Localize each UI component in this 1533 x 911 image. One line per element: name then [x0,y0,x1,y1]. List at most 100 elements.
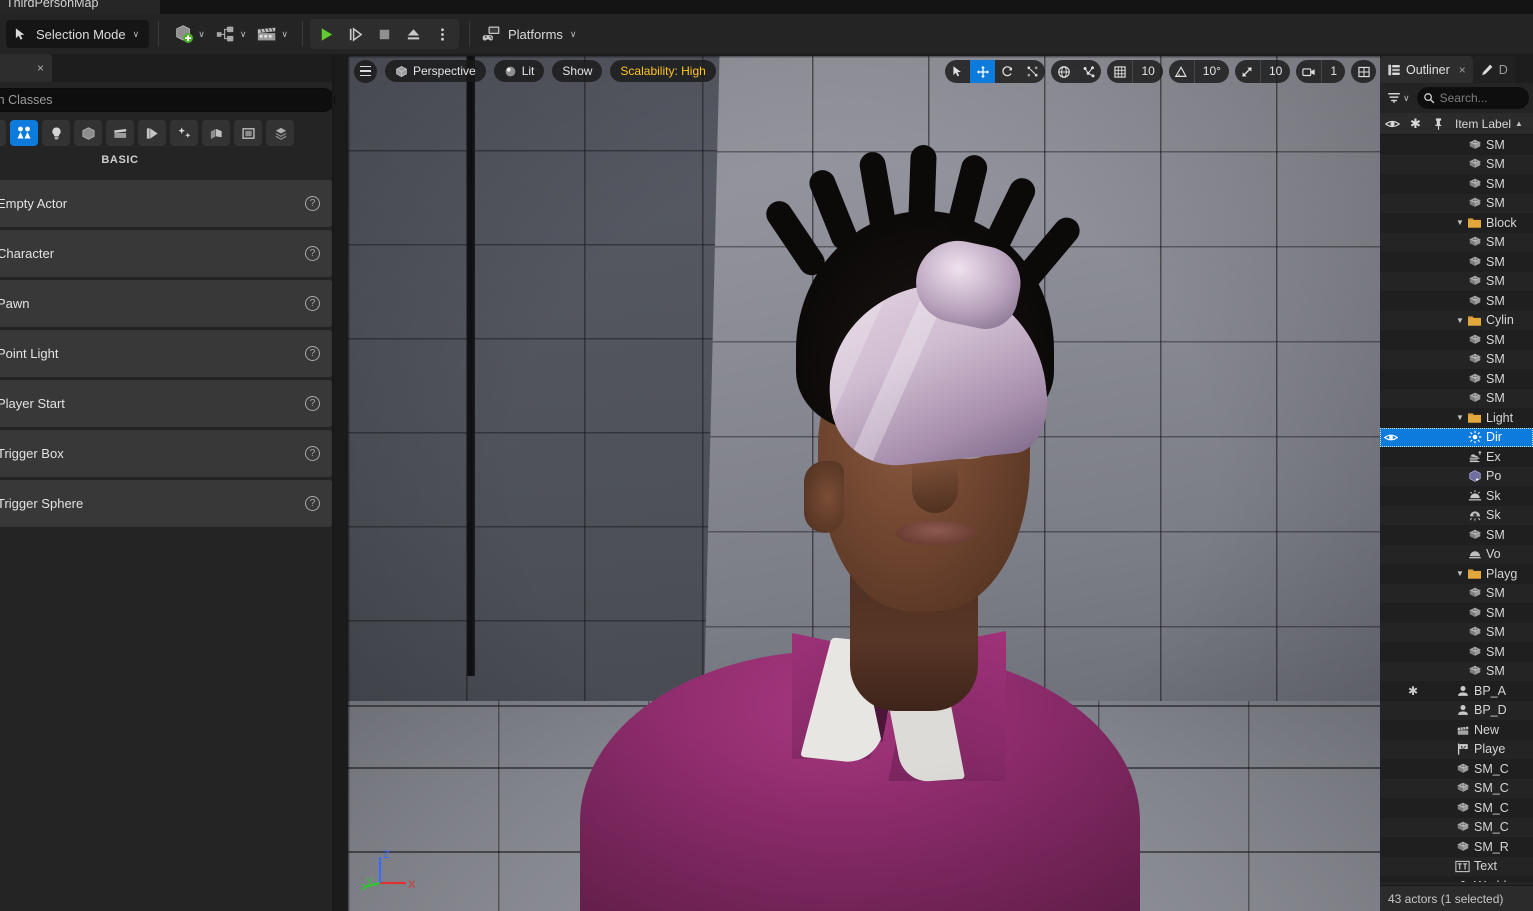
scale-snap-button[interactable] [1235,60,1260,83]
place-actor-item-trigger-box[interactable]: Trigger Box ? [0,430,332,477]
blueprints-dropdown[interactable]: ∨ [210,19,252,49]
close-icon[interactable]: × [1459,63,1466,77]
play-more-options-button[interactable] [428,20,457,48]
viewport-camera-mode-button[interactable]: Perspective [385,60,486,82]
category-lights[interactable] [42,120,70,146]
outliner-actor-row[interactable]: SM_C [1380,798,1533,818]
play-button[interactable] [312,20,341,48]
row-favorite-toggle[interactable]: ✱ [1402,684,1424,698]
cinematics-dropdown[interactable]: ∨ [251,19,293,49]
place-actor-item-character[interactable]: Character ? [0,230,332,277]
place-actor-item-player-start[interactable]: Player Start ? [0,380,332,427]
outliner-actor-row[interactable]: SM [1380,135,1533,155]
surface-snap-button[interactable] [1076,60,1101,83]
help-icon[interactable]: ? [305,246,320,261]
column-visibility[interactable] [1380,113,1404,135]
scale-tool-button[interactable] [1020,60,1045,83]
close-icon[interactable]: × [37,61,44,75]
category-visual-effects[interactable] [138,120,166,146]
tab-details[interactable]: D [1472,56,1515,83]
category-more[interactable] [266,120,294,146]
expand-collapse-arrow-icon[interactable]: ▼ [1454,316,1466,325]
outliner-actor-row[interactable]: SM [1380,233,1533,253]
outliner-actor-row[interactable]: Dir [1380,427,1533,447]
category-recently-placed[interactable] [0,120,6,146]
left-splitter[interactable] [332,56,334,911]
outliner-actor-row[interactable]: SM [1380,369,1533,389]
outliner-actor-row[interactable]: SM [1380,603,1533,623]
expand-collapse-arrow-icon[interactable]: ▼ [1454,218,1466,227]
stop-button[interactable] [370,20,399,48]
outliner-actor-row[interactable]: SM [1380,525,1533,545]
help-icon[interactable]: ? [305,346,320,361]
place-actor-item-empty-actor[interactable]: Empty Actor ? [0,180,332,227]
angle-snap-value[interactable]: 10° [1193,60,1229,83]
outliner-actor-row[interactable]: SM_C [1380,779,1533,799]
outliner-actor-row[interactable]: World [1380,876,1533,882]
outliner-actor-row[interactable]: SM_C [1380,818,1533,838]
outliner-actor-row[interactable]: Sk [1380,486,1533,506]
outliner-actor-row[interactable]: Text [1380,857,1533,877]
outliner-actor-row[interactable]: SM [1380,194,1533,214]
viewport-view-mode-button[interactable]: Lit [493,60,545,82]
outliner-actor-row[interactable]: SM [1380,389,1533,409]
camera-speed-value[interactable]: 1 [1321,60,1345,83]
skip-frame-button[interactable] [341,20,370,48]
viewport-show-button[interactable]: Show [552,60,603,82]
outliner-actor-row[interactable]: SM [1380,252,1533,272]
viewport-menu-icon[interactable] [354,59,377,83]
place-actor-item-trigger-sphere[interactable]: Trigger Sphere ? [0,480,332,527]
viewport-layout-button[interactable] [1351,60,1376,83]
category-basic[interactable] [10,120,38,146]
selection-mode-button[interactable]: Selection Mode ∨ [6,20,150,48]
outliner-actor-row[interactable]: Playe [1380,740,1533,760]
outliner-actor-row[interactable]: SM [1380,584,1533,604]
outliner-folder-row[interactable]: ▼ Light [1380,408,1533,428]
rotate-tool-button[interactable] [995,60,1020,83]
outliner-folder-row[interactable]: ▼ Playg [1380,564,1533,584]
row-visibility-toggle[interactable] [1380,432,1402,443]
outliner-actor-row[interactable]: SM [1380,662,1533,682]
outliner-filter-button[interactable]: ∨ [1384,87,1413,109]
outliner-actor-row[interactable]: SM [1380,155,1533,175]
expand-collapse-arrow-icon[interactable]: ▼ [1454,569,1466,578]
camera-speed-button[interactable] [1296,60,1321,83]
level-viewport[interactable]: Perspective Lit Show Scalability: High 1… [348,56,1380,911]
help-icon[interactable]: ? [305,196,320,211]
grid-snap-value[interactable]: 10 [1132,60,1162,83]
outliner-actor-row[interactable]: ✱ BP_A [1380,681,1533,701]
place-actors-tab[interactable]: × [0,54,52,82]
outliner-actor-row[interactable]: SM [1380,291,1533,311]
outliner-actor-row[interactable]: Ex [1380,447,1533,467]
category-cinematic[interactable] [106,120,134,146]
tab-outliner[interactable]: Outliner × [1380,56,1473,83]
help-icon[interactable]: ? [305,496,320,511]
outliner-actor-row[interactable]: SM [1380,272,1533,292]
outliner-actor-row[interactable]: Vo [1380,545,1533,565]
eject-button[interactable] [399,20,428,48]
expand-collapse-arrow-icon[interactable]: ▼ [1454,413,1466,422]
outliner-actor-row[interactable]: Po [1380,467,1533,487]
outliner-folder-row[interactable]: ▼ Block [1380,213,1533,233]
platforms-button[interactable]: Platforms ∨ [473,19,585,49]
outliner-actor-row[interactable]: BP_D [1380,701,1533,721]
outliner-actor-row[interactable]: SM_C [1380,759,1533,779]
scale-snap-value[interactable]: 10 [1259,60,1290,83]
outliner-actor-row[interactable]: New [1380,720,1533,740]
outliner-actor-row[interactable]: SM [1380,350,1533,370]
select-tool-button[interactable] [945,60,970,83]
angle-snap-button[interactable] [1169,60,1194,83]
outliner-tree[interactable]: SM SM SM SM ▼ Block SM SM SM SM ▼ Cylin SM SM SM SM ▼ Lig… [1380,135,1533,882]
outliner-folder-row[interactable]: ▼ Cylin [1380,311,1533,331]
place-actors-search-input[interactable]: Search Classes [0,88,335,112]
outliner-actor-row[interactable]: SM [1380,642,1533,662]
column-pin[interactable] [1427,113,1449,135]
create-actor-dropdown[interactable]: ∨ [168,19,210,49]
world-coordinate-button[interactable] [1051,60,1076,83]
outliner-actor-row[interactable]: SM [1380,623,1533,643]
level-tab[interactable]: ThirdPersonMap [0,0,160,14]
help-icon[interactable]: ? [305,296,320,311]
category-volumes[interactable] [170,120,198,146]
place-actor-item-point-light[interactable]: Point Light ? [0,330,332,377]
outliner-actor-row[interactable]: Sk [1380,506,1533,526]
